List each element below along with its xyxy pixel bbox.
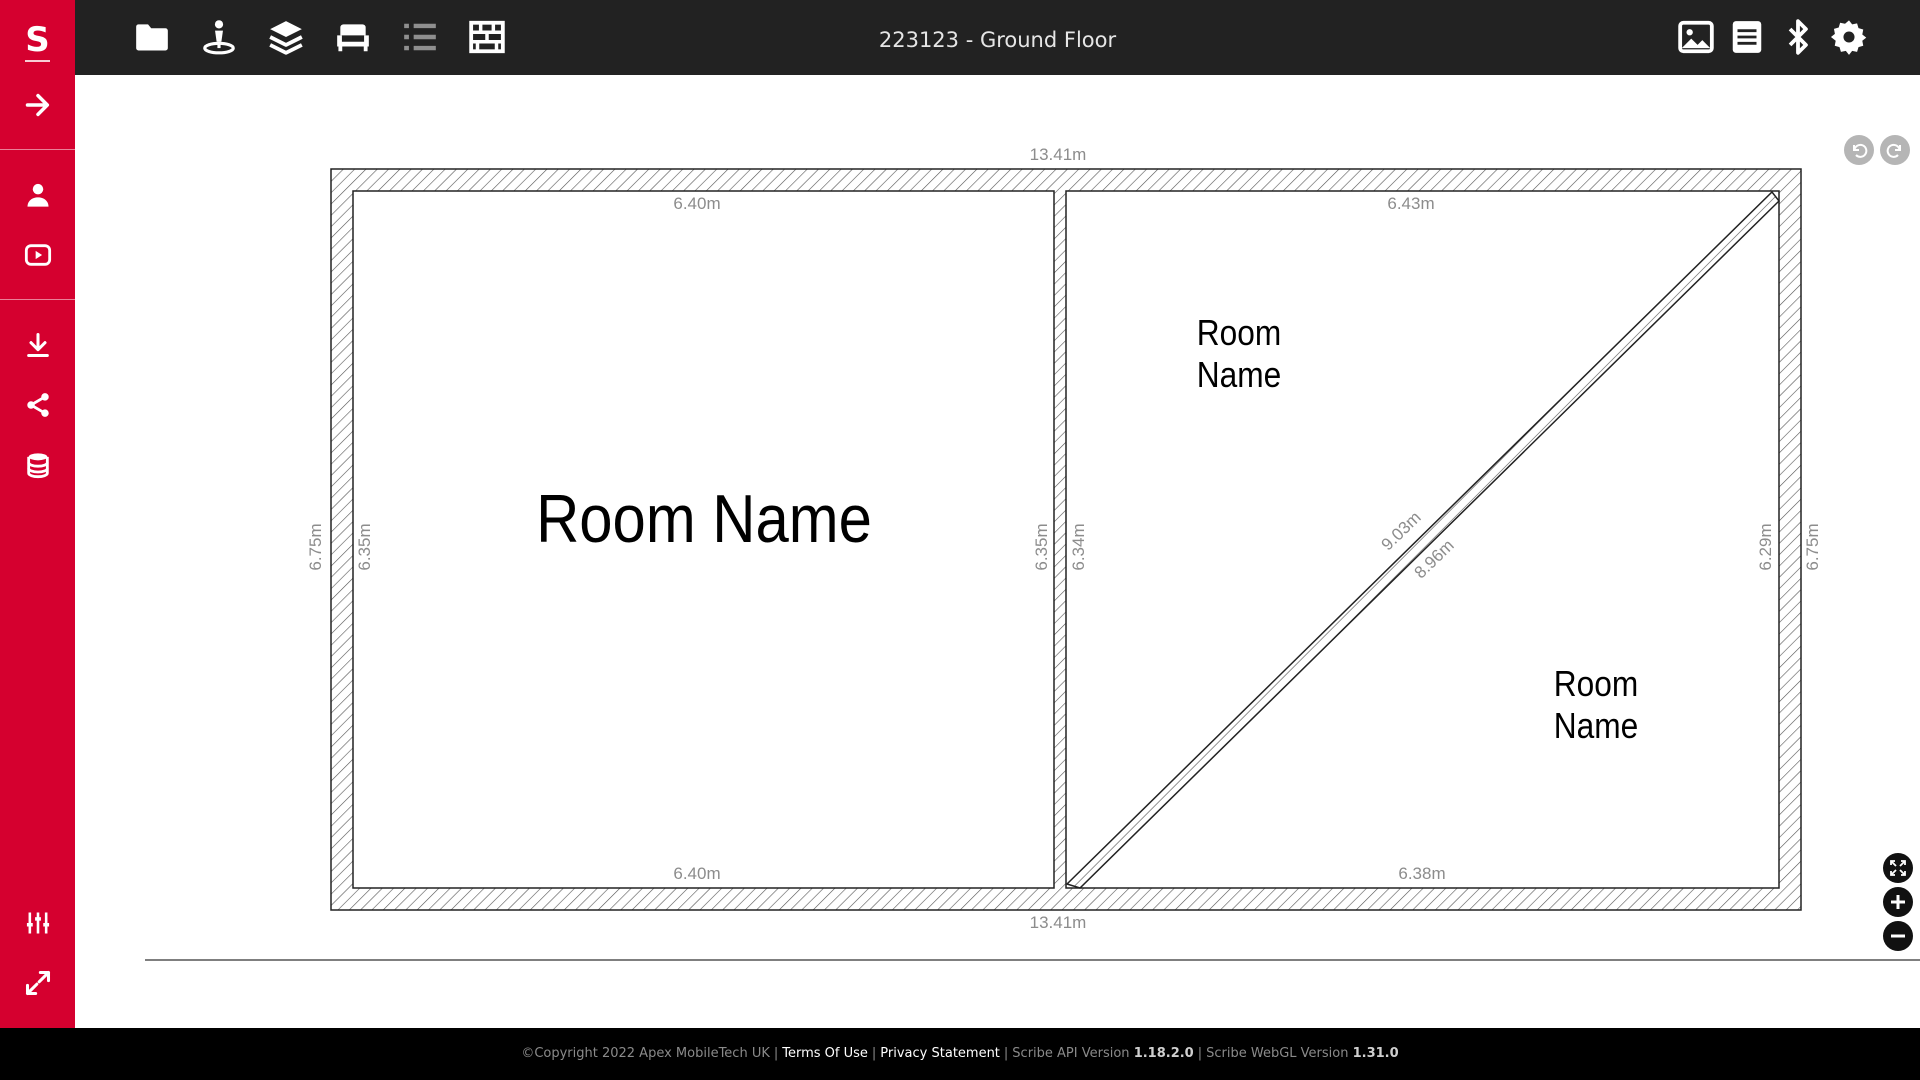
room1-name[interactable]: Room Name [536, 480, 872, 556]
furniture-icon [337, 24, 369, 52]
image-button[interactable] [1672, 13, 1720, 61]
footer-separator: | [1197, 1046, 1203, 1061]
wall-brick-icon [469, 20, 505, 54]
room2-left-dimension: 6.34m [1069, 523, 1088, 570]
room2a-name-line2[interactable]: Name [1197, 355, 1281, 395]
fullscreen-arrows-icon [25, 970, 50, 996]
fit-to-screen-icon [1883, 853, 1913, 883]
undo-button[interactable] [1844, 135, 1874, 165]
api-version-value: 1.18.2.0 [1133, 1046, 1194, 1061]
arrow-right-icon [25, 93, 49, 117]
left-sidebar: S [0, 0, 75, 1028]
user-button[interactable] [0, 167, 75, 223]
outer-top-dimension: 13.41m [1030, 145, 1087, 164]
floor-plan[interactable]: 13.41m 13.41m 6.75m 6.75m 6.40m 6.40m 6.… [75, 75, 1920, 1028]
footer-separator: | [773, 1046, 779, 1061]
folder-button[interactable] [128, 13, 176, 61]
layers-icon [269, 21, 303, 55]
video-button[interactable] [0, 227, 75, 283]
settings-button[interactable] [1825, 13, 1873, 61]
room1-left-dimension: 6.35m [355, 523, 374, 570]
footer: ©Copyright 2022 Apex MobileTech UK | Terms… [0, 1028, 1920, 1080]
room2b-name-line2[interactable]: Name [1554, 706, 1638, 746]
play-video-icon [24, 244, 51, 266]
person-pin-icon [203, 20, 235, 55]
top-toolbar: 223123 - Ground Floor [75, 0, 1920, 75]
bluetooth-button[interactable] [1774, 13, 1822, 61]
logo-underline [25, 60, 50, 62]
terms-of-use-link[interactable]: Terms Of Use [782, 1046, 868, 1061]
image-icon [1678, 20, 1714, 54]
footer-separator: | [871, 1046, 877, 1061]
room2-right-dimension: 6.29m [1756, 523, 1775, 570]
room1-bottom-dimension: 6.40m [673, 864, 720, 883]
download-button[interactable] [0, 317, 75, 373]
footer-separator: | [1003, 1046, 1009, 1061]
zoom-out-button[interactable] [1883, 921, 1913, 951]
sliders-icon [26, 912, 49, 934]
expand-arrow-button[interactable] [0, 77, 75, 133]
list-icon [404, 23, 436, 51]
wall-button[interactable] [463, 13, 511, 61]
furniture-button[interactable] [329, 13, 377, 61]
drawing-canvas[interactable]: 13.41m 13.41m 6.75m 6.75m 6.40m 6.40m 6.… [75, 75, 1920, 1028]
notes-button[interactable] [1723, 13, 1771, 61]
database-icon [26, 453, 49, 479]
fullscreen-button[interactable] [0, 955, 75, 1011]
fit-to-screen-button[interactable] [1883, 853, 1913, 883]
user-icon [27, 183, 48, 207]
redo-button[interactable] [1880, 135, 1910, 165]
sidebar-divider [0, 149, 75, 150]
privacy-statement-link[interactable]: Privacy Statement [880, 1046, 1000, 1061]
webgl-version-value: 1.31.0 [1352, 1046, 1399, 1061]
layers-button[interactable] [262, 13, 310, 61]
adjust-settings-button[interactable] [0, 895, 75, 951]
room1-top-dimension: 6.40m [673, 194, 720, 213]
diagonal-wall[interactable] [1065, 190, 1781, 889]
zoom-in-icon [1883, 887, 1913, 917]
folder-icon [136, 24, 168, 51]
person-pin-button[interactable] [195, 13, 243, 61]
sidebar-divider [0, 299, 75, 300]
copyright-text: ©Copyright 2022 Apex MobileTech UK [521, 1046, 770, 1061]
webgl-version-label: Scribe WebGL Version [1206, 1046, 1349, 1061]
room2b-name-line1[interactable]: Room [1554, 664, 1638, 704]
database-button[interactable] [0, 437, 75, 493]
gear-icon [1830, 20, 1867, 55]
api-version-label: Scribe API Version [1012, 1046, 1130, 1061]
outer-bottom-dimension: 13.41m [1030, 913, 1087, 932]
zoom-in-button[interactable] [1883, 887, 1913, 917]
redo-icon [1880, 135, 1910, 165]
undo-icon [1844, 135, 1874, 165]
share-button[interactable] [0, 377, 75, 433]
notes-icon [1732, 21, 1762, 53]
download-icon [26, 332, 49, 358]
list-button[interactable] [396, 13, 444, 61]
outer-left-dimension: 6.75m [306, 523, 325, 570]
share-icon [26, 393, 49, 417]
zoom-out-icon [1883, 921, 1913, 951]
room2-top-dimension: 6.43m [1387, 194, 1434, 213]
room2a-name-line1[interactable]: Room [1197, 313, 1281, 353]
room2-bottom-dimension: 6.38m [1398, 864, 1445, 883]
outer-right-dimension: 6.75m [1803, 523, 1822, 570]
room1-right-dimension: 6.35m [1032, 523, 1051, 570]
bluetooth-icon [1788, 19, 1808, 55]
